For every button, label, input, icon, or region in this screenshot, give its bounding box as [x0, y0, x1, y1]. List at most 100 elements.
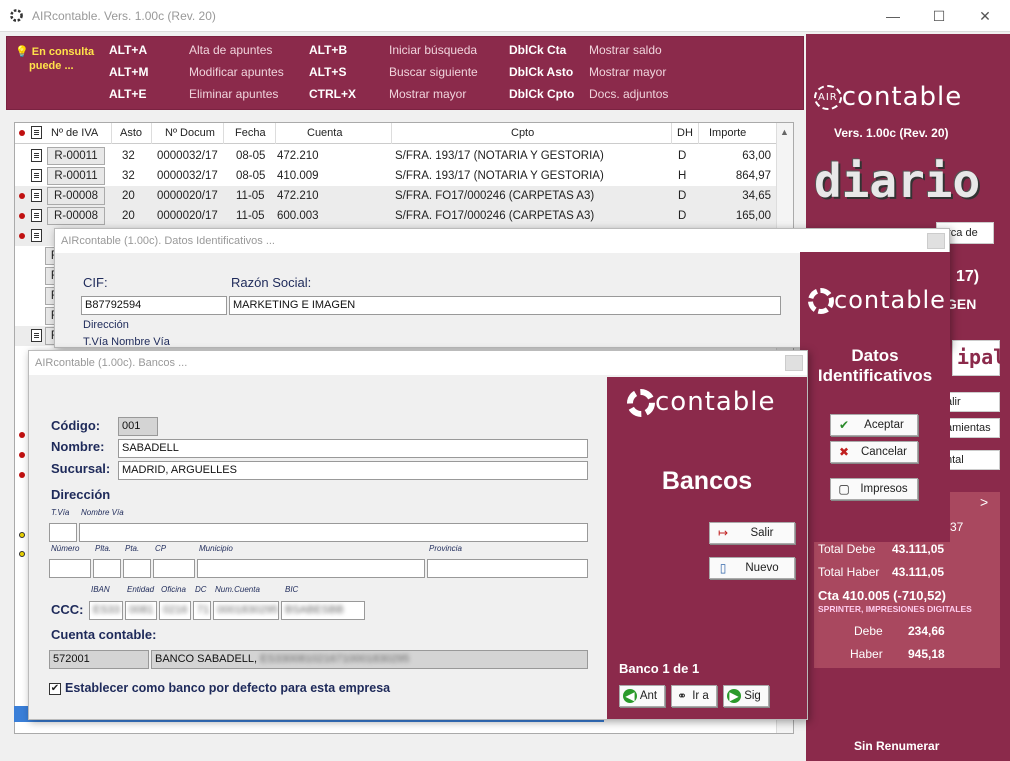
cell-cpto[interactable]: S/FRA. 193/17 (NOTARIA Y GESTORIA)	[395, 170, 604, 182]
dialog-close-button[interactable]	[927, 233, 945, 249]
cell-cpto[interactable]: S/FRA. 193/17 (NOTARIA Y GESTORIA)	[395, 150, 604, 162]
col-header[interactable]: Importe	[709, 127, 746, 139]
iva-button[interactable]: R-00011	[47, 167, 105, 185]
bancos-side-panel: contable Bancos ↦ Salir ▯ Nuevo Banco 1 de…	[607, 377, 807, 719]
shortcut-desc: Mostrar saldo	[589, 43, 662, 57]
shortcut-desc: Mostrar mayor	[589, 65, 667, 79]
maximize-button[interactable]: ☐	[916, 0, 962, 32]
account-balance: Cta 410.005 (-710,52)	[818, 588, 946, 603]
cell-cpto[interactable]: S/FRA. FO17/000246 (CARPETAS A3)	[395, 210, 594, 222]
shortcut-key: ALT+A	[109, 43, 148, 57]
cell-dh: D	[678, 190, 687, 202]
table-row[interactable]: R-00008 20 0000020/17 11-05 472.210 S/FR…	[15, 186, 777, 206]
dialog-close-button[interactable]	[785, 355, 803, 371]
total-debe-value: 43.111,05	[892, 542, 945, 556]
shortcut-key: DblCk Asto	[509, 65, 574, 79]
ident-logo: contable	[808, 286, 946, 314]
cell-fecha: 11-05	[236, 210, 265, 222]
tipo-via-field[interactable]	[49, 523, 77, 542]
module-title: diario	[814, 154, 981, 208]
document-icon[interactable]	[31, 169, 42, 182]
table-row[interactable]: R-00008 20 0000020/17 11-05 600.003 S/FR…	[15, 206, 777, 226]
document-icon	[31, 126, 42, 139]
col-header[interactable]: Cpto	[511, 127, 534, 139]
salir-button[interactable]: alir	[942, 392, 1000, 412]
cell-asto: 32	[122, 150, 135, 162]
impresos-button[interactable]: ▢ Impresos	[830, 478, 918, 500]
col-header[interactable]: Asto	[120, 127, 142, 139]
iva-button[interactable]: R-00008	[47, 207, 105, 225]
herramientas-button[interactable]: amientas	[942, 418, 1000, 438]
ident-side-panel: contable Datos Identificativos ✔ Aceptar ✖…	[800, 252, 950, 542]
app-logo: AIR contable	[814, 82, 962, 112]
principal-badge: ipal	[952, 340, 1005, 376]
col-header[interactable]: Cuenta	[307, 127, 342, 139]
marker-dot-icon	[19, 130, 25, 136]
next-button[interactable]: ▶ Sig	[723, 685, 769, 707]
ccc-oficina-field[interactable]: 0216	[159, 601, 191, 620]
numero-field[interactable]	[49, 559, 91, 578]
cell-cuenta[interactable]: 472.210	[277, 190, 319, 202]
sucursal-field[interactable]: MADRID, ARGUELLES	[118, 461, 588, 480]
minimize-button[interactable]: —	[870, 0, 916, 32]
document-icon[interactable]	[31, 209, 42, 222]
salir-button[interactable]: ↦ Salir	[709, 522, 795, 544]
nuevo-button[interactable]: ▯ Nuevo	[709, 557, 795, 579]
nombre-via-field[interactable]	[79, 523, 588, 542]
razon-social-field[interactable]: MARKETING E IMAGEN	[229, 296, 781, 315]
previous-button[interactable]: ◀ Ant	[619, 685, 665, 707]
marker-dot-icon	[19, 472, 25, 478]
planta-field[interactable]	[93, 559, 121, 578]
tvia-label: T.Vía Nombre Vía	[83, 336, 170, 348]
cif-field[interactable]: B87792594	[81, 296, 227, 315]
check-icon: ✔	[838, 418, 850, 432]
close-button[interactable]: ✕	[962, 0, 1008, 32]
cp-field[interactable]	[153, 559, 195, 578]
shortcut-desc: Buscar siguiente	[389, 65, 478, 79]
goto-button[interactable]: ⚭ Ir a	[671, 685, 717, 707]
aceptar-button[interactable]: ✔ Aceptar	[830, 414, 918, 436]
iva-button[interactable]: R-00008	[47, 187, 105, 205]
shortcut-key: DblCk Cpto	[509, 87, 575, 101]
provincia-field[interactable]	[427, 559, 588, 578]
cancelar-button[interactable]: ✖ Cancelar	[830, 441, 918, 463]
debe-label: Debe	[854, 624, 883, 638]
table-row[interactable]: R-00011 32 0000032/17 08-05 410.009 S/FR…	[15, 166, 777, 186]
cell-cpto[interactable]: S/FRA. FO17/000246 (CARPETAS A3)	[395, 190, 594, 202]
table-row[interactable]: R-00011 32 0000032/17 08-05 472.210 S/FR…	[15, 146, 777, 166]
gear-logo-icon	[10, 9, 23, 22]
col-header[interactable]: Nº Docum	[165, 127, 215, 139]
cell-asto: 20	[122, 210, 135, 222]
cuenta-contable-field[interactable]: 572001	[49, 650, 149, 669]
document-icon[interactable]	[31, 149, 42, 162]
document-icon[interactable]	[31, 189, 42, 202]
col-header[interactable]: DH	[677, 127, 693, 139]
document-icon[interactable]	[31, 329, 42, 342]
ccc-numcuenta-field[interactable]: 0001830295	[213, 601, 279, 620]
next-arrow-icon[interactable]: >	[980, 494, 988, 510]
shortcut-key: ALT+E	[109, 87, 147, 101]
shortcut-key: CTRL+X	[309, 87, 357, 101]
puerta-field[interactable]	[123, 559, 151, 578]
cell-docum: 0000020/17	[157, 210, 218, 222]
nombre-field[interactable]: SABADELL	[118, 439, 588, 458]
ccc-iban-field[interactable]: ES33	[89, 601, 123, 620]
municipio-field[interactable]	[197, 559, 425, 578]
document-icon[interactable]	[31, 229, 42, 242]
scroll-up-icon[interactable]: ▲	[780, 127, 789, 137]
marker-dot-icon	[19, 452, 25, 458]
col-header[interactable]: Fecha	[235, 127, 266, 139]
default-bank-checkbox[interactable]: ✔	[49, 683, 61, 695]
codigo-field[interactable]: 001	[118, 417, 158, 436]
cell-cuenta[interactable]: 472.210	[277, 150, 319, 162]
ccc-entidad-field[interactable]: 0081	[125, 601, 157, 620]
contable-button[interactable]: ntal	[942, 450, 1000, 470]
cell-cuenta[interactable]: 600.003	[277, 210, 319, 222]
year-label: 17)	[956, 268, 980, 285]
col-header[interactable]: Nº de IVA	[51, 127, 98, 139]
ccc-bic-field[interactable]: BSABESBB	[281, 601, 365, 620]
cell-cuenta[interactable]: 410.009	[277, 170, 319, 182]
ccc-dc-field[interactable]: 71	[193, 601, 211, 620]
renumber-status: Sin Renumerar	[854, 739, 940, 753]
iva-button[interactable]: R-00011	[47, 147, 105, 165]
